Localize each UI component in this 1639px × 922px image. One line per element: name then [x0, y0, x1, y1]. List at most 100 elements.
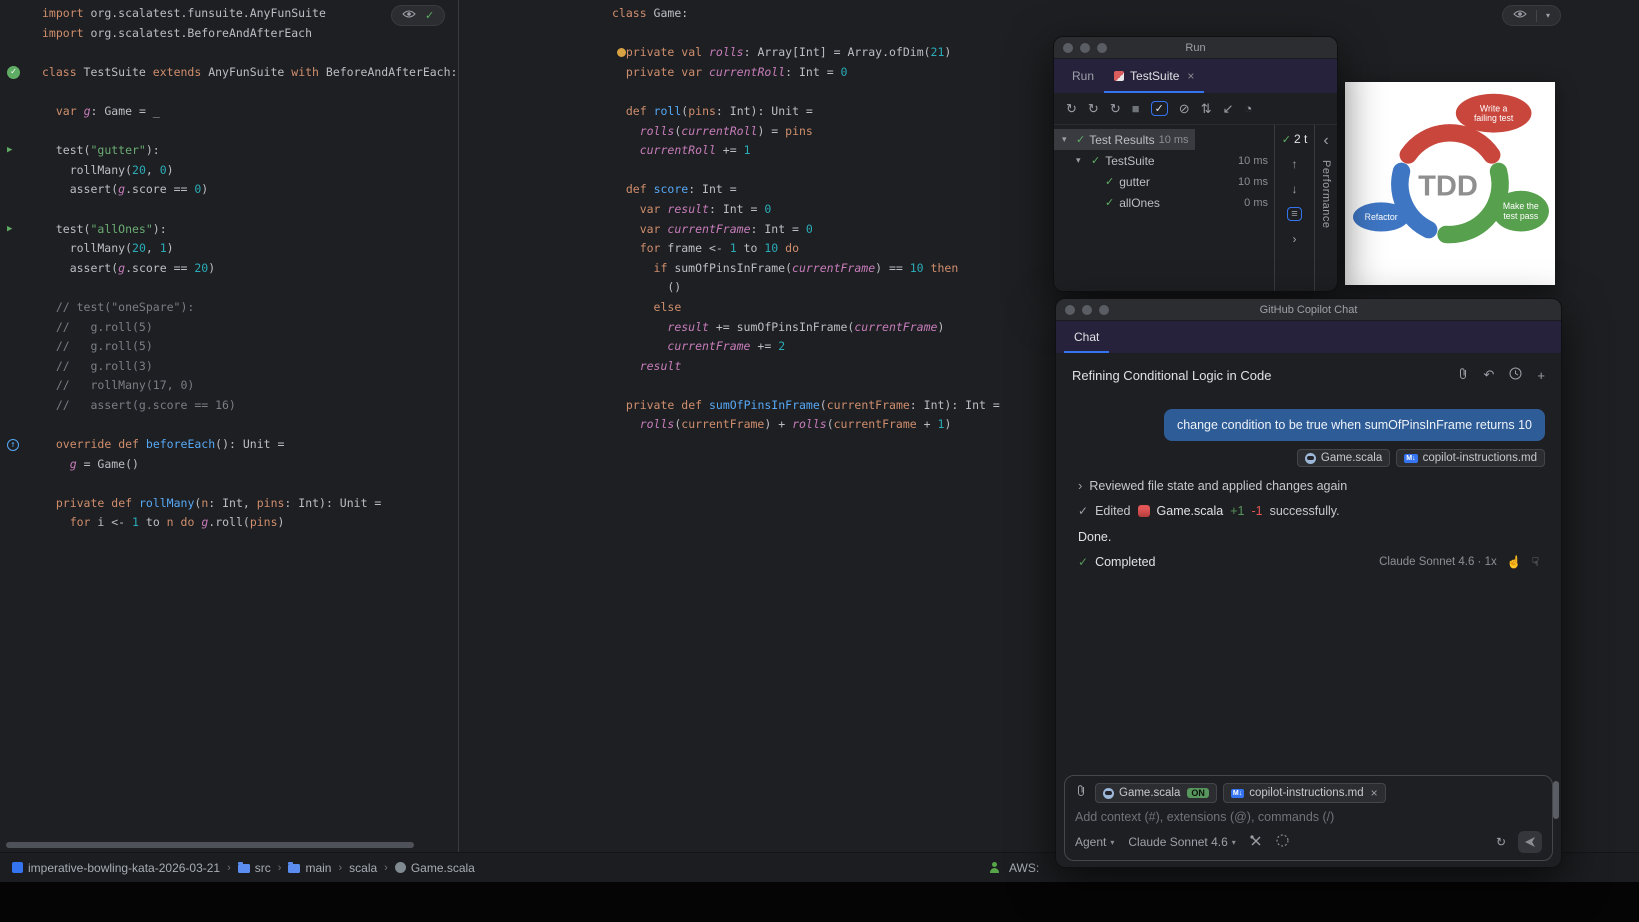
code-text[interactable]: // assert(g.score == 16): [42, 396, 236, 416]
code-text[interactable]: result: [612, 357, 682, 377]
code-text[interactable]: (): [612, 278, 681, 298]
tools-icon[interactable]: [1250, 834, 1262, 850]
edited-file-name[interactable]: Game.scala: [1157, 504, 1224, 518]
send-button[interactable]: [1518, 831, 1542, 853]
attach-context-icon[interactable]: [1075, 784, 1087, 802]
rerun-failed-icon[interactable]: ↻: [1088, 101, 1099, 117]
test-tree-row[interactable]: ✓ allOnes 0 ms: [1054, 192, 1274, 213]
expand-chevron-icon[interactable]: ▾: [1076, 155, 1086, 166]
code-text[interactable]: else: [612, 298, 682, 318]
code-text[interactable]: // g.roll(3): [42, 357, 153, 377]
model-selector[interactable]: Claude Sonnet 4.6 ▾: [1128, 835, 1235, 849]
tab-performance[interactable]: Performance: [1320, 160, 1332, 228]
show-ignored-icon[interactable]: ⊘: [1179, 101, 1190, 117]
chat-window-titlebar[interactable]: GitHub Copilot Chat: [1056, 299, 1561, 321]
code-text[interactable]: class TestSuite extends AnyFunSuite with…: [42, 63, 457, 83]
code-text[interactable]: currentRoll += 1: [612, 141, 751, 161]
expand-chevron-icon[interactable]: ▾: [1062, 134, 1072, 145]
code-text[interactable]: override def beforeEach(): Unit =: [42, 435, 285, 455]
context-chip[interactable]: Game.scala: [1296, 449, 1391, 467]
navigate-icon[interactable]: ↙: [1223, 101, 1234, 117]
code-text[interactable]: // rollMany(17, 0): [42, 376, 194, 396]
overridden-marker-icon[interactable]: ↑: [7, 438, 19, 451]
collapsed-step-row[interactable]: › Reviewed file state and applied change…: [1078, 478, 1539, 493]
code-text[interactable]: rolls(currentFrame) + rolls(currentFrame…: [612, 415, 952, 435]
code-text[interactable]: private def rollMany(n: Int, pins: Int):…: [42, 494, 382, 514]
code-text[interactable]: result += sumOfPinsInFrame(currentFrame): [612, 318, 944, 338]
stop-icon[interactable]: ■: [1132, 101, 1140, 116]
show-passed-icon[interactable]: ✓: [1150, 101, 1168, 116]
context-chip[interactable]: M↓ copilot-instructions.md: [1396, 449, 1545, 467]
regenerate-icon[interactable]: ↻: [1496, 835, 1506, 849]
tab-run[interactable]: Run: [1062, 59, 1104, 93]
sort-icon[interactable]: ⇅: [1201, 101, 1212, 117]
code-text[interactable]: for i <- 1 to n do g.roll(pins): [42, 513, 285, 533]
code-text[interactable]: rollMany(20, 0): [42, 161, 174, 181]
chat-input-box[interactable]: Game.scala ON M↓ copilot-instructions.md × A…: [1064, 775, 1553, 861]
mode-selector[interactable]: Agent ▾: [1075, 835, 1114, 849]
code-text[interactable]: import org.scalatest.BeforeAndAfterEach: [42, 24, 312, 44]
context-chip[interactable]: M↓ copilot-instructions.md ×: [1222, 783, 1386, 803]
code-text[interactable]: def roll(pins: Int): Unit =: [612, 102, 813, 122]
test-tree-row[interactable]: ▾ ✓ TestSuite 10 ms: [1054, 150, 1274, 171]
chat-scrollbar[interactable]: [1553, 781, 1559, 819]
code-text[interactable]: if sumOfPinsInFrame(currentFrame) == 10 …: [612, 259, 959, 279]
code-text[interactable]: // test("oneSpare"):: [42, 298, 194, 318]
code-text[interactable]: assert(g.score == 20): [42, 259, 215, 279]
run-window-titlebar[interactable]: Run: [1054, 37, 1337, 59]
run-test-gutter-icon[interactable]: ▶: [7, 141, 12, 161]
next-test-icon[interactable]: ↓: [1292, 182, 1298, 196]
tab-chat[interactable]: Chat: [1064, 321, 1109, 353]
context-chip[interactable]: Game.scala ON: [1095, 783, 1217, 803]
code-text[interactable]: assert(g.score == 0): [42, 180, 209, 200]
chat-input-placeholder[interactable]: Add context (#), extensions (@), command…: [1075, 810, 1542, 824]
window-zoom-button[interactable]: [1097, 42, 1107, 53]
window-minimize-button[interactable]: [1082, 304, 1092, 315]
expand-step-icon[interactable]: ›: [1078, 478, 1082, 493]
code-text[interactable]: for frame <- 1 to 10 do: [612, 239, 799, 259]
test-history-icon[interactable]: ◔: [1245, 101, 1253, 116]
on-badge[interactable]: ON: [1187, 788, 1209, 798]
test-tree-row[interactable]: ▾ ✓ Test Results 10 ms: [1054, 129, 1195, 150]
breadcrumb-item[interactable]: scala: [349, 861, 377, 875]
auto-test-icon[interactable]: ↻: [1110, 101, 1121, 117]
horizontal-scrollbar[interactable]: [6, 842, 414, 848]
code-text[interactable]: def score: Int =: [612, 180, 737, 200]
run-class-gutter-icon[interactable]: ✓: [7, 66, 20, 80]
aws-status[interactable]: AWS:: [1009, 861, 1039, 875]
rerun-icon[interactable]: ↻: [1066, 101, 1077, 117]
thumbs-up-icon[interactable]: ☝: [1507, 555, 1522, 569]
eye-icon[interactable]: [1513, 9, 1527, 22]
history-icon[interactable]: [1509, 367, 1522, 383]
code-text[interactable]: test("allOnes"):: [42, 220, 167, 240]
code-text[interactable]: rollMany(20, 1): [42, 239, 174, 259]
code-text[interactable]: var result: Int = 0: [612, 200, 772, 220]
code-text[interactable]: var g: Game = _: [42, 102, 160, 122]
tab-testsuite[interactable]: TestSuite ×: [1104, 59, 1204, 93]
breadcrumb-item[interactable]: src: [237, 861, 271, 875]
breadcrumb-item[interactable]: imperative-bowling-kata-2026-03-21: [12, 861, 220, 875]
code-text[interactable]: var currentFrame: Int = 0: [612, 220, 813, 240]
no-problems-check-icon[interactable]: ✓: [425, 9, 434, 22]
new-chat-icon[interactable]: +: [1537, 368, 1545, 383]
window-zoom-button[interactable]: [1099, 304, 1109, 315]
collapse-panel-icon[interactable]: ‹: [1323, 132, 1328, 150]
test-suite-editor[interactable]: import org.scalatest.funsuite.AnyFunSuit…: [0, 0, 458, 852]
code-text[interactable]: g = Game(): [42, 455, 139, 475]
code-text[interactable]: private val rolls: Array[Int] = Array.of…: [612, 43, 951, 63]
code-text[interactable]: currentFrame += 2: [612, 337, 785, 357]
edited-file-row[interactable]: ✓ Edited Game.scala +1 -1 successfully.: [1078, 504, 1539, 518]
run-test-gutter-icon[interactable]: ▶: [7, 220, 12, 240]
code-text[interactable]: test("gutter"):: [42, 141, 160, 161]
breadcrumb-item[interactable]: main: [288, 861, 331, 875]
code-text[interactable]: rolls(currentRoll) = pins: [612, 122, 813, 142]
chevron-down-icon[interactable]: ▾: [1546, 11, 1550, 20]
thumbs-down-icon[interactable]: ☟: [1532, 555, 1539, 569]
attach-icon[interactable]: [1457, 367, 1469, 383]
test-tree-row[interactable]: ✓ gutter 10 ms: [1054, 171, 1274, 192]
previous-test-icon[interactable]: ↑: [1292, 157, 1298, 171]
undo-icon[interactable]: ↶: [1484, 367, 1495, 383]
code-text[interactable]: // g.roll(5): [42, 337, 153, 357]
code-text[interactable]: private var currentRoll: Int = 0: [612, 63, 848, 83]
eye-icon[interactable]: [402, 9, 416, 22]
